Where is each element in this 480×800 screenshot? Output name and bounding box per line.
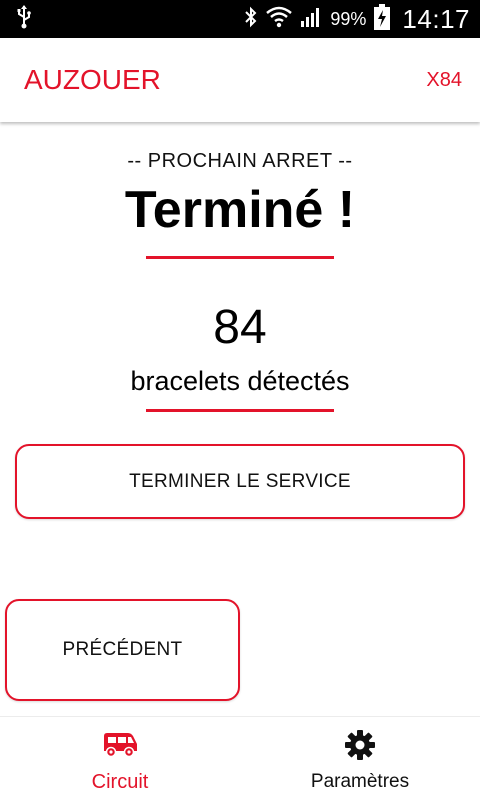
wifi-icon bbox=[266, 6, 293, 33]
battery-percent: 99% bbox=[330, 8, 367, 29]
count-underline bbox=[146, 409, 334, 412]
bus-icon bbox=[102, 729, 138, 761]
previous-button[interactable]: PRÉCÉDENT bbox=[5, 599, 240, 701]
app-title: AUZOUER bbox=[24, 64, 161, 95]
next-stop-label: -- PROCHAIN ARRET -- bbox=[127, 150, 353, 172]
detected-count-badge: X84 bbox=[426, 68, 462, 91]
nav-label-parametres: Paramètres bbox=[310, 771, 410, 792]
nav-item-parametres[interactable]: Paramètres bbox=[240, 717, 480, 800]
nav-label-circuit: Circuit bbox=[91, 771, 149, 793]
end-service-button[interactable]: TERMINER LE SERVICE bbox=[15, 444, 465, 519]
clock: 14:17 bbox=[402, 3, 470, 34]
title-underline bbox=[146, 256, 334, 259]
app-bar: AUZOUER X84 bbox=[0, 38, 480, 122]
bracelet-count: 84 bbox=[213, 301, 267, 354]
bluetooth-icon bbox=[244, 5, 258, 34]
gear-icon bbox=[342, 729, 378, 761]
screen: 99% 14:17 AUZOUER X84 -- PROCHAIN ARRET … bbox=[0, 0, 480, 800]
next-stop-name: Terminé ! bbox=[124, 181, 356, 239]
status-bar: 99% 14:17 bbox=[0, 0, 480, 38]
bottom-nav: Circuit Paramètres bbox=[0, 716, 480, 800]
signal-icon bbox=[300, 6, 322, 33]
usb-icon bbox=[16, 4, 32, 34]
nav-item-circuit[interactable]: Circuit bbox=[0, 717, 240, 800]
battery-charging-icon bbox=[374, 3, 391, 35]
bracelet-count-label: bracelets détectés bbox=[130, 366, 350, 396]
